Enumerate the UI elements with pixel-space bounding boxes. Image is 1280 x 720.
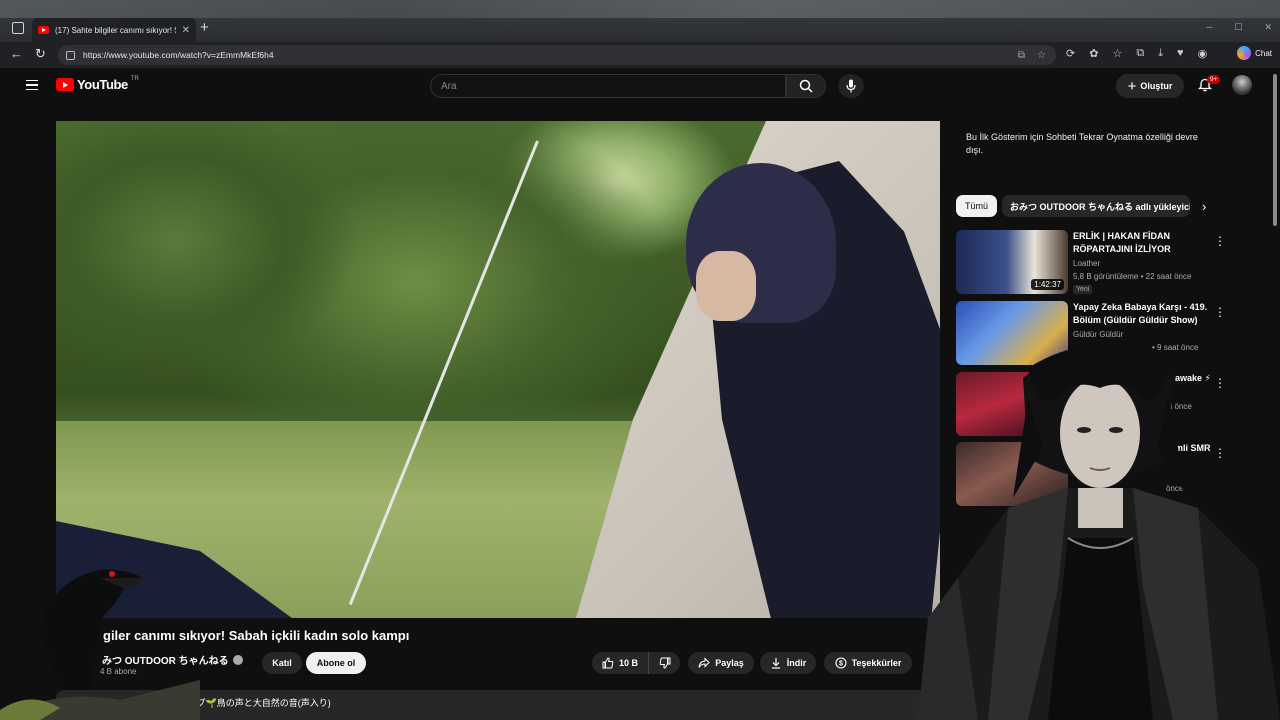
subscribe-button[interactable]: Abone ol xyxy=(306,652,366,674)
navigation-buttons: ← ↻ xyxy=(10,46,46,62)
search-input[interactable]: Ara xyxy=(430,74,786,98)
address-bar-actions: ⧉ ☆ xyxy=(1018,50,1056,61)
browser-toolbar: ← ↻ https://www.youtube.com/watch?v=zEmm… xyxy=(0,42,1280,68)
verified-icon xyxy=(232,654,243,665)
video-player[interactable] xyxy=(56,121,940,618)
chat-label: Chat xyxy=(1255,48,1272,58)
more-actions-icon[interactable]: ⋮ xyxy=(1214,234,1226,248)
video-frame-face xyxy=(696,251,756,321)
recommendation-meta: 5,8 B görüntüleme • 22 saat önce xyxy=(1073,272,1192,281)
new-badge: Yeni xyxy=(1073,285,1093,294)
tab-actions-icon[interactable] xyxy=(12,22,24,34)
maximize-icon[interactable]: ☐ xyxy=(1234,22,1242,33)
browser-title-bar: (17) Sahte bilgiler canımı sıkıyor! S ✕ … xyxy=(0,0,1280,42)
like-button[interactable]: 10 B xyxy=(592,652,648,674)
video-duration: 1:42:37 xyxy=(1031,279,1064,290)
reload-icon[interactable]: ↻ xyxy=(35,46,46,62)
favorites-icon[interactable]: ☆ xyxy=(1112,47,1122,60)
profile-icon[interactable]: ◉ xyxy=(1198,47,1208,60)
favorite-star-icon[interactable]: ☆ xyxy=(1037,50,1046,61)
join-button[interactable]: Katıl xyxy=(262,652,302,674)
close-window-icon[interactable]: ✕ xyxy=(1264,22,1272,33)
refresh-extension-icon[interactable]: ⟳ xyxy=(1066,47,1075,60)
window-controls: ─ ☐ ✕ xyxy=(1206,22,1272,33)
url-text: https://www.youtube.com/watch?v=zEmmMkEf… xyxy=(83,50,274,60)
character-overlay-image xyxy=(918,345,1280,720)
wallpaper-strip xyxy=(0,0,1280,18)
dislike-button[interactable] xyxy=(648,652,680,674)
chat-replay-notice: Bu İlk Gösterim için Sohbeti Tekrar Oyna… xyxy=(966,132,1198,155)
tab-title: (17) Sahte bilgiler canımı sıkıyor! S xyxy=(55,25,176,35)
search-icon xyxy=(799,79,813,93)
download-icon xyxy=(771,658,780,669)
download-button[interactable]: İndir xyxy=(760,652,816,674)
youtube-favicon-icon xyxy=(38,26,49,34)
collections-icon[interactable]: ⧉ xyxy=(1136,47,1144,60)
download-label: İndir xyxy=(786,658,807,668)
thanks-label: Teşekkürler xyxy=(851,658,902,668)
page-scrollbar[interactable] xyxy=(1273,74,1277,226)
youtube-masthead: YouTube TR Ara + Oluştur 9+ xyxy=(8,68,1272,106)
svg-text:$: $ xyxy=(839,661,843,668)
thanks-button[interactable]: $ Teşekkürler xyxy=(824,652,912,674)
search-button[interactable] xyxy=(786,74,826,98)
logo-text: YouTube xyxy=(77,77,128,92)
youtube-play-icon xyxy=(56,78,74,91)
chevron-right-icon[interactable]: › xyxy=(1202,199,1206,214)
share-button[interactable]: Paylaş xyxy=(688,652,754,674)
share-label: Paylaş xyxy=(715,658,744,668)
account-avatar[interactable] xyxy=(1232,75,1252,95)
back-icon[interactable]: ← xyxy=(10,46,23,62)
notification-badge: 9+ xyxy=(1207,75,1221,84)
voice-search-button[interactable] xyxy=(838,74,864,98)
crow-overlay-image xyxy=(0,569,200,720)
share-icon xyxy=(698,657,710,668)
minimize-icon[interactable]: ─ xyxy=(1206,22,1212,33)
recommendation-channel[interactable]: Loather xyxy=(1073,259,1100,268)
copilot-icon xyxy=(1237,46,1252,60)
browser-tab[interactable]: (17) Sahte bilgiler canımı sıkıyor! S ✕ xyxy=(32,18,196,42)
browser-essentials-icon[interactable]: ♥ xyxy=(1177,47,1184,60)
microphone-icon xyxy=(846,79,856,93)
tab-close-icon[interactable]: ✕ xyxy=(182,25,190,36)
recommendation-item[interactable]: 1:42:37 ERLİK | HAKAN FİDAN RÖPARTAJINI … xyxy=(956,230,1226,294)
create-label: Oluştur xyxy=(1140,81,1173,91)
create-button[interactable]: + Oluştur xyxy=(1116,74,1184,98)
chip-all[interactable]: Tümü xyxy=(956,195,998,217)
address-bar[interactable]: https://www.youtube.com/watch?v=zEmmMkEf… xyxy=(58,45,1056,65)
chip-channel[interactable]: おみつ OUTDOOR ちゃんねる adlı yükleyici xyxy=(1002,195,1190,217)
like-count: 10 B xyxy=(618,658,638,668)
recommendation-title[interactable]: Yapay Zeka Babaya Karşı - 419. Bölüm (Gü… xyxy=(1073,301,1213,327)
plus-icon: + xyxy=(1127,77,1137,95)
region-code: TR xyxy=(130,75,139,82)
thumbs-up-icon xyxy=(602,657,614,669)
menu-icon[interactable] xyxy=(26,80,38,90)
app-available-icon[interactable]: ⧉ xyxy=(1018,50,1025,61)
downloads-icon[interactable]: ⤓ xyxy=(1158,47,1163,60)
super-thanks-icon: $ xyxy=(835,657,847,669)
thumbs-down-icon xyxy=(659,657,670,669)
extensions-icon[interactable]: ✿ xyxy=(1089,47,1098,60)
site-info-icon[interactable] xyxy=(66,50,75,60)
recommendation-title[interactable]: ERLİK | HAKAN FİDAN RÖPARTAJINI İZLİYOR xyxy=(1073,230,1213,256)
recommendation-thumbnail[interactable]: 1:42:37 xyxy=(956,230,1068,294)
new-tab-button[interactable]: + xyxy=(200,19,209,36)
toolbar-icons: ⟳ ✿ ☆ ⧉ ⤓ ♥ ◉ xyxy=(1066,47,1207,60)
more-actions-icon[interactable]: ⋮ xyxy=(1214,305,1226,319)
copilot-chat-button[interactable]: Chat xyxy=(1237,46,1272,60)
youtube-logo[interactable]: YouTube TR xyxy=(56,75,139,92)
